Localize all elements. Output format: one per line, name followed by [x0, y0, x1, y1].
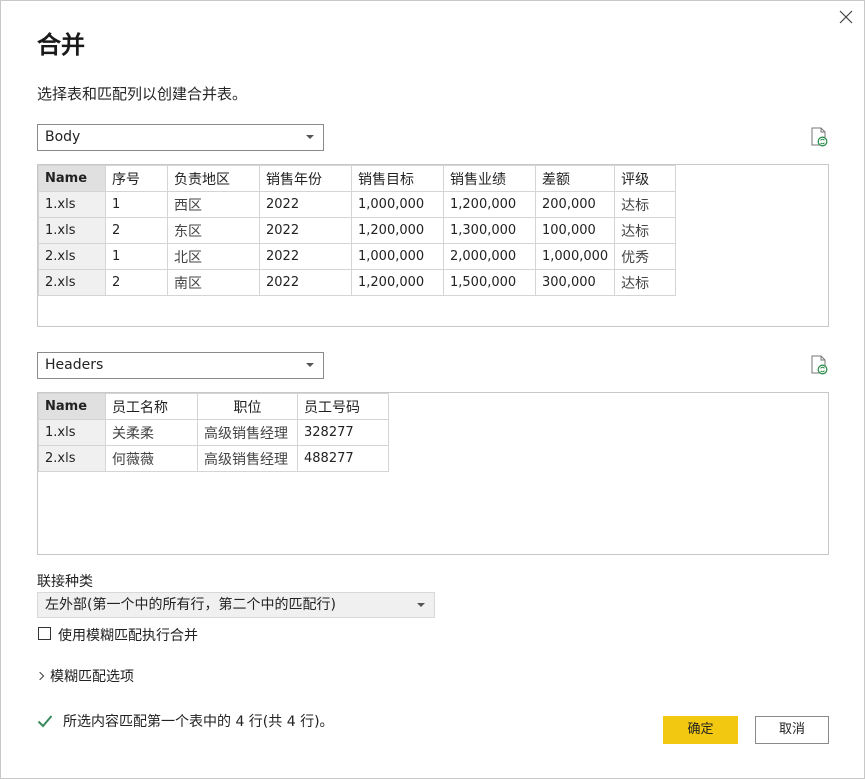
table-cell: 488277: [297, 445, 389, 472]
table-cell: 高级销售经理: [197, 445, 298, 472]
table-cell: 2: [105, 217, 168, 244]
checkmark-icon: [37, 715, 53, 728]
table-row: 2.xls 何薇薇 高级销售经理 488277: [38, 445, 389, 472]
close-icon: [839, 10, 853, 24]
join-kind-select[interactable]: 左外部(第一个中的所有行，第二个中的匹配行): [37, 592, 435, 618]
table-row: 2.xls 1 北区 2022 1,000,000 2,000,000 1,000,000 优…: [38, 243, 677, 270]
table-cell: 2.xls: [38, 269, 106, 296]
table1-column-header[interactable]: Name: [38, 165, 106, 192]
fuzzy-options-label: 模糊匹配选项: [50, 669, 134, 685]
table-cell: 1.xls: [38, 217, 106, 244]
table1-column-header[interactable]: 评级: [614, 165, 677, 192]
table-cell: 东区: [167, 217, 260, 244]
table-cell: 1,000,000: [534, 243, 616, 270]
dialog-title: 合并: [37, 31, 85, 59]
table-cell: 1: [105, 191, 168, 218]
table-row: 1.xls 关柔柔 高级销售经理 328277: [38, 419, 389, 446]
table-row: 2.xls 2 南区 2022 1,200,000 1,500,000 300,000 达标: [38, 269, 677, 296]
table-cell: 1.xls: [38, 191, 106, 218]
table-cell: 2: [105, 269, 168, 296]
table-cell: 达标: [614, 217, 677, 244]
table2-column-header[interactable]: 员工号码: [297, 393, 389, 420]
chevron-down-icon: [417, 603, 425, 607]
fuzzy-match-label[interactable]: 使用模糊匹配执行合并: [58, 625, 198, 645]
refresh-preview-icon[interactable]: [809, 127, 829, 147]
table1-column-header[interactable]: 序号: [105, 165, 168, 192]
match-status: 所选内容匹配第一个表中的 4 行(共 4 行)。: [37, 711, 334, 731]
table2-column-header[interactable]: 职位: [197, 393, 298, 420]
table2-preview: Name 员工名称 职位 员工号码 1.xls 关柔柔 高级销售经理 328277 2.xls…: [37, 392, 829, 555]
table-cell: 300,000: [534, 269, 616, 296]
chevron-down-icon: [306, 135, 314, 139]
refresh-preview-icon[interactable]: [809, 355, 829, 375]
table1-column-header[interactable]: 销售年份: [259, 165, 352, 192]
table-cell: 1,000,000: [351, 243, 444, 270]
table-cell: 1,200,000: [351, 269, 444, 296]
table-cell: 1,200,000: [443, 191, 536, 218]
fuzzy-options-expander[interactable]: 模糊匹配选项: [35, 666, 134, 686]
chevron-right-icon: [35, 671, 45, 681]
table-row: 1.xls 1 西区 2022 1,000,000 1,200,000 200,000 达标: [38, 191, 677, 218]
table2-select[interactable]: Headers: [37, 352, 324, 379]
table-cell: 关柔柔: [105, 419, 198, 446]
table2-select-value: Headers: [45, 357, 104, 373]
table-cell: 1: [105, 243, 168, 270]
table-cell: 2022: [259, 191, 352, 218]
table-cell: 西区: [167, 191, 260, 218]
table1-select[interactable]: Body: [37, 124, 324, 151]
dialog-subtitle: 选择表和匹配列以创建合并表。: [37, 85, 248, 103]
fuzzy-match-checkbox[interactable]: [38, 627, 51, 640]
table-row: 1.xls 2 东区 2022 1,200,000 1,300,000 100,000 达标: [38, 217, 677, 244]
merge-dialog: 合并 选择表和匹配列以创建合并表。 Body Name 序号 负责地区 销售年份 销售目…: [0, 0, 865, 779]
table-cell: 2022: [259, 217, 352, 244]
table1-column-header[interactable]: 销售目标: [351, 165, 444, 192]
table1-column-header[interactable]: 差额: [534, 165, 616, 192]
table-cell: 优秀: [614, 243, 677, 270]
join-kind-label: 联接种类: [37, 574, 93, 590]
table2-header-row: Name 员工名称 职位 员工号码: [38, 393, 389, 420]
table-cell: 1,300,000: [443, 217, 536, 244]
table-cell: 100,000: [534, 217, 616, 244]
cancel-button[interactable]: 取消: [755, 716, 829, 744]
table-cell: 2022: [259, 269, 352, 296]
chevron-down-icon: [306, 363, 314, 367]
table-cell: 南区: [167, 269, 260, 296]
table-cell: 达标: [614, 269, 677, 296]
table1-select-value: Body: [45, 129, 81, 145]
table-cell: 2022: [259, 243, 352, 270]
table1-column-header[interactable]: 销售业绩: [443, 165, 536, 192]
join-kind-value: 左外部(第一个中的所有行，第二个中的匹配行): [45, 597, 336, 613]
table1-preview: Name 序号 负责地区 销售年份 销售目标 销售业绩 差额 评级 1.xls 1 西区 2022 1…: [37, 164, 829, 327]
table1-column-header[interactable]: 负责地区: [167, 165, 260, 192]
ok-button[interactable]: 确定: [663, 716, 738, 744]
close-button[interactable]: [834, 5, 858, 29]
table2-column-header[interactable]: Name: [38, 393, 106, 420]
table-cell: 1,200,000: [351, 217, 444, 244]
match-status-text: 所选内容匹配第一个表中的 4 行(共 4 行)。: [63, 714, 334, 730]
table-cell: 达标: [614, 191, 677, 218]
table-cell: 328277: [297, 419, 389, 446]
table-cell: 2.xls: [38, 243, 106, 270]
table-cell: 高级销售经理: [197, 419, 298, 446]
table-cell: 2.xls: [38, 445, 106, 472]
table-cell: 2,000,000: [443, 243, 536, 270]
table-cell: 北区: [167, 243, 260, 270]
table-cell: 200,000: [534, 191, 616, 218]
table1-header-row: Name 序号 负责地区 销售年份 销售目标 销售业绩 差额 评级: [38, 165, 677, 192]
table-cell: 1,500,000: [443, 269, 536, 296]
table-cell: 1.xls: [38, 419, 106, 446]
table2-column-header[interactable]: 员工名称: [105, 393, 198, 420]
table-cell: 1,000,000: [351, 191, 444, 218]
table-cell: 何薇薇: [105, 445, 198, 472]
